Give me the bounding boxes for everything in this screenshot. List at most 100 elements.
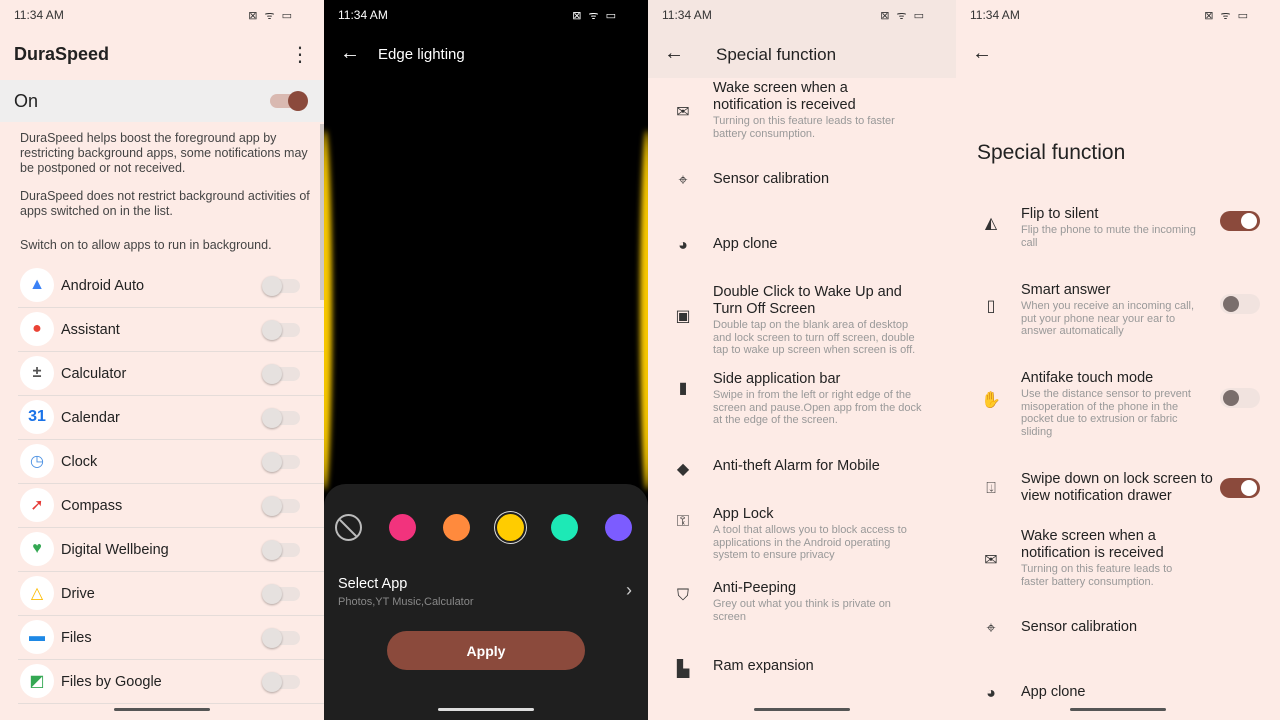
setting-title: App Lock xyxy=(713,506,774,522)
master-toggle[interactable] xyxy=(270,91,308,111)
app-toggle[interactable] xyxy=(262,452,300,472)
app-row[interactable]: ▬ Files xyxy=(18,616,324,660)
app-icon: △ xyxy=(20,576,54,610)
chevron-right-icon[interactable]: › xyxy=(626,580,632,601)
setting-subtitle: Use the distance sensor to prevent misop… xyxy=(1021,388,1191,438)
gesture-bar[interactable] xyxy=(1070,708,1166,711)
page-title: Edge lighting xyxy=(378,46,465,63)
app-icon: ▬ xyxy=(20,620,54,654)
no-color-icon[interactable] xyxy=(335,514,362,541)
color-swatch[interactable] xyxy=(497,514,524,541)
setting-title: App clone xyxy=(1021,684,1086,700)
setting-title: App clone xyxy=(713,236,778,252)
app-label: Assistant xyxy=(61,322,120,338)
select-app-label[interactable]: Select App xyxy=(338,576,407,592)
setting-subtitle: Double tap on the blank area of desktop … xyxy=(713,319,916,356)
app-icon: ● xyxy=(20,312,54,346)
back-arrow-icon[interactable]: ← xyxy=(972,42,992,65)
status-bar: 11:34 AM ⊠ ᯤ ▭ xyxy=(648,0,956,30)
app-row[interactable]: ● Assistant xyxy=(18,308,324,352)
setting-title: Wake screen when a notification is recei… xyxy=(713,80,856,113)
setting-title: Wake screen when a notification is recei… xyxy=(1021,528,1164,561)
app-toggle[interactable] xyxy=(262,584,300,604)
app-toggle[interactable] xyxy=(262,320,300,340)
app-row[interactable]: ▲ Android Auto xyxy=(18,264,324,308)
app-row[interactable]: ♥ Digital Wellbeing xyxy=(18,528,324,572)
color-swatch[interactable] xyxy=(443,514,470,541)
master-toggle-row[interactable]: On xyxy=(0,80,324,122)
edge-lighting-sheet: Select App Photos,YT Music,Calculator › … xyxy=(324,484,648,720)
description: DuraSpeed helps boost the foreground app… xyxy=(20,131,308,175)
app-row[interactable]: ◷ Clock xyxy=(18,440,324,484)
gesture-bar[interactable] xyxy=(438,708,534,711)
setting-subtitle: A tool that allows you to block access t… xyxy=(713,524,907,561)
gesture-bar[interactable] xyxy=(754,708,850,711)
description: Switch on to allow apps to run in backgr… xyxy=(20,238,272,252)
app-icon: ▲ xyxy=(20,268,54,302)
app-toggle[interactable] xyxy=(262,364,300,384)
color-swatch[interactable] xyxy=(389,514,416,541)
page-title: Special function xyxy=(716,45,837,64)
apply-button[interactable]: Apply xyxy=(387,631,585,670)
status-icons: ⊠ ᯤ ▭ xyxy=(880,10,926,22)
app-toggle[interactable] xyxy=(262,276,300,296)
app-label: Clock xyxy=(61,454,98,470)
app-row[interactable]: 31 Calendar xyxy=(18,396,324,440)
app-toggle[interactable] xyxy=(262,540,300,560)
status-bar: 11:34 AM ⊠ ᯤ ▭ xyxy=(0,0,324,30)
back-arrow-icon[interactable]: ← xyxy=(340,42,360,65)
setting-toggle[interactable] xyxy=(1220,293,1260,314)
app-row[interactable]: ➚ Compass xyxy=(18,484,324,528)
app-row[interactable]: △ Drive xyxy=(18,572,324,616)
gesture-bar[interactable] xyxy=(114,708,210,711)
alarm-icon: ◆ xyxy=(676,460,690,478)
special-function-screen-expanded: 11:34 AM ⊠ ᯤ ▭ ← Special function Flip to… xyxy=(956,0,1280,720)
color-swatch[interactable] xyxy=(551,514,578,541)
phone-icon: ▮ xyxy=(678,380,688,397)
app-toggle[interactable] xyxy=(262,408,300,428)
app-label: Compass xyxy=(61,498,123,514)
app-icon: ◩ xyxy=(20,664,54,698)
color-swatch[interactable] xyxy=(605,514,632,541)
setting-subtitle: Grey out what you think is private on sc… xyxy=(713,598,891,623)
page-title: Special function xyxy=(977,141,1126,164)
more-options-icon[interactable]: ⋮ xyxy=(290,42,310,67)
ram-icon: ▙ xyxy=(676,660,690,678)
page-title: DuraSpeed xyxy=(14,44,110,64)
crosshair-icon: ⌖ xyxy=(986,619,996,637)
status-bar: 11:34 AM ⊠ ᯤ ▭ xyxy=(956,0,1280,30)
setting-toggle[interactable] xyxy=(1220,211,1260,231)
back-arrow-icon[interactable]: ← xyxy=(664,42,684,65)
status-time: 11:34 AM xyxy=(970,8,1020,22)
crosshair-icon: ⌖ xyxy=(678,171,688,189)
app-toggle[interactable] xyxy=(262,628,300,648)
setting-toggle[interactable] xyxy=(1220,388,1260,408)
app-icon: ➚ xyxy=(20,488,54,522)
app-lock-icon: ⚿ xyxy=(676,513,690,530)
app-label: Digital Wellbeing xyxy=(61,542,169,558)
ear-phone-icon: ▯ xyxy=(986,297,996,315)
setting-toggle[interactable] xyxy=(1220,478,1260,498)
app-toggle[interactable] xyxy=(262,672,300,692)
status-time: 11:34 AM xyxy=(14,8,64,22)
setting-title: Flip to silent xyxy=(1021,206,1099,222)
status-icons: ⊠ ᯤ ▭ xyxy=(1204,10,1250,22)
setting-subtitle: Swipe in from the left or right edge of … xyxy=(713,389,922,426)
app-label: Calculator xyxy=(61,366,127,382)
app-label: Files by Google xyxy=(61,674,162,690)
app-row[interactable]: ± Calculator xyxy=(18,352,324,396)
app-row[interactable]: ◩ Files by Google xyxy=(18,660,324,704)
duraspeed-screen: 11:34 AM ⊠ ᯤ ▭ DuraSpeed ⋮ On DuraSpeed h… xyxy=(0,0,324,720)
setting-title: Anti-Peeping xyxy=(713,580,797,596)
app-toggle[interactable] xyxy=(262,496,300,516)
app-icon: ♥ xyxy=(20,532,54,566)
app-icon: ◷ xyxy=(20,444,54,478)
app-icon: 31 xyxy=(20,400,54,434)
app-label: Files xyxy=(61,630,92,646)
app-clone-icon: ◕ xyxy=(986,684,996,702)
setting-title: Sensor calibration xyxy=(713,171,830,187)
edge-lighting-screen: 11:34 AM ⊠ ᯤ ▭ ← Edge lighting Select App… xyxy=(324,0,648,720)
setting-title: Ram expansion xyxy=(713,658,814,674)
setting-subtitle: Turning on this feature leads to faster … xyxy=(1021,563,1173,588)
status-icons: ⊠ ᯤ ▭ xyxy=(572,10,618,22)
